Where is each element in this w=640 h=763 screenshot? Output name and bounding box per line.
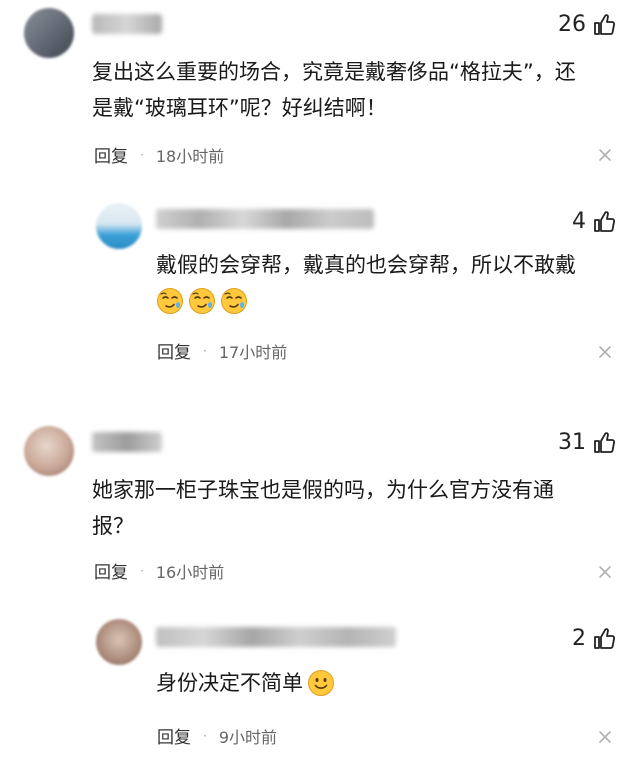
comment-meta: 回复 · 18小时前: [94, 142, 225, 168]
like-count: 4: [572, 209, 586, 234]
like-count: 26: [558, 12, 586, 37]
comment-text-line: 戴假的会穿帮，戴真的也会穿帮，所以不敢戴: [156, 253, 576, 277]
close-icon: [598, 565, 612, 579]
avatar[interactable]: [96, 619, 142, 665]
username-blurred[interactable]: [156, 209, 374, 229]
like-button[interactable]: 31: [558, 430, 616, 455]
comment-1: 26 复出这么重要的场合，究竟是戴奢侈品“格拉夫”，还 是戴“玻璃耳环”呢？好纠…: [0, 0, 640, 185]
close-icon: [598, 730, 612, 744]
separator-dot: ·: [203, 728, 207, 743]
comment-text-line: 是戴“玻璃耳环”呢？好纠结啊！: [92, 96, 387, 120]
username-blurred[interactable]: [156, 627, 396, 647]
username-blurred[interactable]: [92, 14, 162, 34]
comment-meta: 回复 · 9小时前: [157, 723, 278, 749]
thumbs-up-icon: [592, 13, 616, 37]
smirk-face-emoji: [188, 287, 216, 315]
close-button[interactable]: [598, 147, 612, 161]
comment-text: 她家那一柜子珠宝也是假的吗，为什么官方没有通 报？: [92, 472, 554, 544]
close-button[interactable]: [598, 344, 612, 358]
comment-2-reply: 4 戴假的会穿帮，戴真的也会穿帮，所以不敢戴 回复 · 17小时前: [0, 185, 640, 390]
timestamp: 9小时前: [218, 727, 278, 747]
comment-text: 身份决定不简单: [156, 665, 339, 701]
close-button[interactable]: [598, 564, 612, 578]
close-button[interactable]: [598, 729, 612, 743]
comment-text-line: 报？: [92, 514, 134, 538]
comment-text: 戴假的会穿帮，戴真的也会穿帮，所以不敢戴: [156, 247, 576, 319]
smirk-face-emoji: [156, 287, 184, 315]
like-button[interactable]: 26: [558, 12, 616, 37]
like-count: 31: [558, 430, 586, 455]
separator-dot: ·: [140, 147, 144, 162]
close-icon: [598, 345, 612, 359]
comment-text: 复出这么重要的场合，究竟是戴奢侈品“格拉夫”，还 是戴“玻璃耳环”呢？好纠结啊！: [92, 54, 576, 126]
separator-dot: ·: [203, 343, 207, 358]
thumbs-up-icon: [592, 431, 616, 455]
smirk-face-emoji: [220, 287, 248, 315]
reply-button[interactable]: 回复: [94, 558, 128, 583]
avatar[interactable]: [96, 203, 142, 249]
username-blurred[interactable]: [92, 432, 162, 452]
thumbs-up-icon: [592, 210, 616, 234]
avatar[interactable]: [24, 8, 74, 58]
avatar[interactable]: [24, 426, 74, 476]
comment-meta: 回复 · 16小时前: [94, 558, 225, 584]
comment-3: 31 她家那一柜子珠宝也是假的吗，为什么官方没有通 报？ 回复 · 16小时前: [0, 410, 640, 605]
thumbs-up-icon: [592, 627, 616, 651]
timestamp: 17小时前: [218, 342, 288, 362]
timestamp: 18小时前: [155, 146, 225, 166]
reply-button[interactable]: 回复: [94, 142, 128, 167]
comment-text-line: 她家那一柜子珠宝也是假的吗，为什么官方没有通: [92, 478, 554, 502]
like-button[interactable]: 4: [572, 209, 616, 234]
comment-text-line: 身份决定不简单: [156, 671, 303, 695]
reply-button[interactable]: 回复: [157, 723, 191, 748]
smile-face-emoji: [307, 669, 335, 697]
comment-4-reply: 2 身份决定不简单 回复 · 9小时前: [0, 605, 640, 763]
separator-dot: ·: [140, 563, 144, 578]
close-icon: [598, 148, 612, 162]
like-button[interactable]: 2: [572, 626, 616, 651]
emoji-row: [156, 283, 576, 319]
like-count: 2: [572, 626, 586, 651]
comment-text-line: 复出这么重要的场合，究竟是戴奢侈品“格拉夫”，还: [92, 60, 576, 84]
reply-button[interactable]: 回复: [157, 338, 191, 363]
comment-meta: 回复 · 17小时前: [157, 338, 288, 364]
timestamp: 16小时前: [155, 562, 225, 582]
